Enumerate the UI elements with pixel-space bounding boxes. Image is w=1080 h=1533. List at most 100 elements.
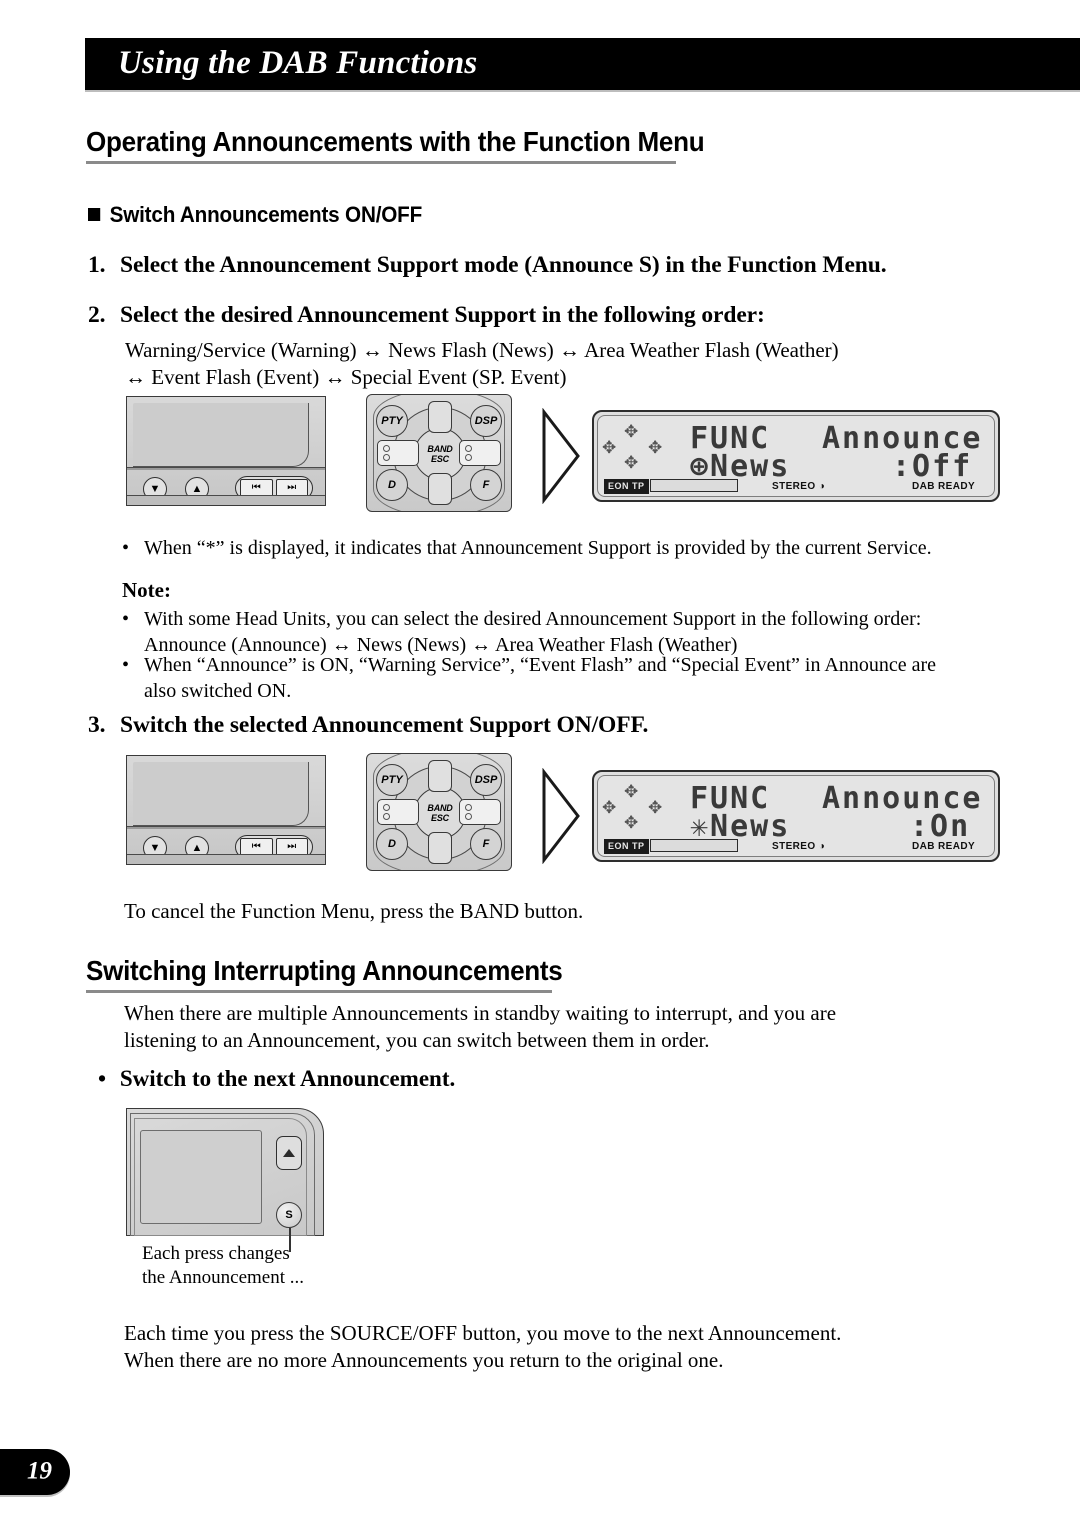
page-title: Using the DAB Functions bbox=[118, 44, 478, 81]
flow-arrow-icon-2 bbox=[540, 767, 582, 869]
step-1: 1. Select the Announcement Support mode (… bbox=[88, 252, 887, 279]
source-off-label: S bbox=[285, 1209, 293, 1221]
remote-pty-button-1[interactable]: PTY bbox=[376, 405, 408, 437]
esc-label-1: ESC bbox=[431, 454, 449, 464]
step-1-number: 1. bbox=[88, 252, 106, 278]
lcd-left-arrow-icon-1: ✥ bbox=[602, 438, 617, 458]
dot-icon bbox=[465, 445, 472, 453]
page-number: 19 bbox=[27, 1457, 52, 1485]
remote-f-button-2[interactable]: F bbox=[470, 828, 502, 860]
dab-ready-indicator-1: DAB READY bbox=[912, 481, 976, 492]
dsp-label-2: DSP bbox=[474, 774, 498, 786]
bullet-dot-icon: • bbox=[98, 1066, 107, 1091]
lcd-down-arrow-icon-2: ✥ bbox=[624, 813, 639, 833]
remote-down-pad-1[interactable] bbox=[428, 473, 452, 505]
lcd-level-bar-1 bbox=[650, 479, 738, 492]
seek-back-icon: ⏮ bbox=[251, 841, 261, 852]
esc-label-2: ESC bbox=[431, 813, 449, 823]
remote-control-illustration-1: BAND ESC PTY DSP D F bbox=[366, 394, 512, 512]
bullet-dot-icon: • bbox=[122, 654, 130, 676]
seek-forward-icon: ⏭ bbox=[287, 841, 297, 852]
head-unit-divider-2 bbox=[127, 826, 325, 829]
step-1-text: Select the Announcement Support mode (An… bbox=[120, 252, 887, 278]
square-bullet-icon bbox=[88, 208, 101, 221]
lcd-left-arrow-icon-2: ✥ bbox=[602, 798, 617, 818]
lcd-status-bar-2: EON TP STEREO ◑ DAB READY bbox=[604, 839, 988, 855]
remote-up-pad-2[interactable] bbox=[428, 760, 452, 792]
f-label-2: F bbox=[482, 838, 490, 850]
note-bullet-2-line-1: When “Announce” is ON, “Warning Service”… bbox=[144, 654, 936, 676]
seek-forward-icon: ⏭ bbox=[287, 482, 297, 493]
lcd-display-off: ✥ ✥ ✥ ✥ FUNC Announce S ⊕News :Off EON T… bbox=[592, 410, 1000, 502]
d-label-1: D bbox=[388, 479, 396, 491]
head-unit-illustration-1: ▼ ▲ ⏮ ⏭ bbox=[126, 396, 326, 506]
dot-icon bbox=[465, 812, 472, 820]
asterisk-note-bullet: • When “*” is displayed, it indicates th… bbox=[122, 535, 1052, 561]
announcement-order-line-2: ↔ Event Flash (Event) ↔ Special Event (S… bbox=[125, 365, 567, 389]
bullet-dot-icon: • bbox=[122, 608, 130, 630]
head-unit-corner-illustration: S bbox=[126, 1108, 324, 1252]
step-2: 2. Select the desired Announcement Suppor… bbox=[88, 302, 765, 329]
remote-right-pad-1[interactable] bbox=[459, 440, 501, 466]
remote-up-pad-1[interactable] bbox=[428, 401, 452, 433]
pty-label-2: PTY bbox=[381, 774, 403, 786]
dot-icon bbox=[465, 453, 472, 461]
step-3-text: Switch the selected Announcement Support… bbox=[120, 712, 649, 738]
lcd-status-bar-1: EON TP STEREO ◑ DAB READY bbox=[604, 479, 988, 495]
asterisk-note-text: When “*” is displayed, it indicates that… bbox=[144, 537, 932, 559]
remote-d-button-2[interactable]: D bbox=[376, 828, 408, 860]
down-arrow-icon: ▼ bbox=[149, 482, 161, 495]
step-2-number: 2. bbox=[88, 302, 106, 328]
flow-arrow-icon-1 bbox=[540, 407, 582, 509]
each-press-caption: Each press changes the Announcement ... bbox=[142, 1242, 402, 1290]
head-unit-display-area-1 bbox=[133, 403, 309, 467]
lcd-right-arrow-icon-2: ✥ bbox=[648, 798, 663, 818]
section-heading-operating-announcements: Operating Announcements with the Functio… bbox=[86, 126, 705, 157]
remote-left-pad-1[interactable] bbox=[377, 440, 419, 466]
page-number-tab: 19 bbox=[0, 1449, 70, 1495]
announcement-order-list: Warning/Service (Warning) ↔ News Flash (… bbox=[125, 337, 1025, 391]
eon-tp-indicator-1: EON TP bbox=[604, 479, 649, 494]
page-header-bar: Using the DAB Functions bbox=[85, 38, 1080, 90]
note-bullet-2-line-2: also switched ON. bbox=[144, 680, 292, 702]
dot-icon bbox=[383, 453, 390, 461]
note-bullet-2: • When “Announce” is ON, “Warning Servic… bbox=[122, 652, 1052, 704]
remote-f-button-1[interactable]: F bbox=[470, 469, 502, 501]
caption-line-2: the Announcement ... bbox=[142, 1267, 304, 1288]
cancel-function-menu-text: To cancel the Function Menu, press the B… bbox=[124, 899, 584, 923]
lcd-row2-right-1: :Off bbox=[892, 449, 973, 484]
lcd-row2-left-2: ✳News bbox=[690, 809, 791, 844]
head-unit-divider-1 bbox=[127, 467, 325, 470]
remote-pty-button-2[interactable]: PTY bbox=[376, 764, 408, 796]
switching-body-line-2: listening to an Announcement, you can sw… bbox=[124, 1028, 710, 1052]
section2-heading-rule bbox=[86, 990, 552, 993]
eject-button[interactable] bbox=[276, 1136, 302, 1170]
stereo-indicator-2: STEREO ◑ bbox=[772, 841, 826, 852]
step-3: 3. Switch the selected Announcement Suppo… bbox=[88, 712, 648, 739]
remote-down-pad-2[interactable] bbox=[428, 832, 452, 864]
source-off-button[interactable]: S bbox=[276, 1202, 302, 1228]
dsp-label-1: DSP bbox=[474, 415, 498, 427]
note-label: Note: bbox=[122, 578, 171, 602]
note-bullet-1-line-1: With some Head Units, you can select the… bbox=[144, 608, 922, 630]
band-label-2: BAND bbox=[427, 803, 453, 813]
remote-left-pad-2[interactable] bbox=[377, 799, 419, 825]
remote-dsp-button-1[interactable]: DSP bbox=[470, 405, 502, 437]
lcd-display-on: ✥ ✥ ✥ ✥ FUNC Announce S ✳News :On EON TP… bbox=[592, 770, 1000, 862]
note-bullet-1: • With some Head Units, you can select t… bbox=[122, 606, 1052, 658]
dab-ready-indicator-2: DAB READY bbox=[912, 841, 976, 852]
lcd-down-arrow-icon-1: ✥ bbox=[624, 453, 639, 473]
remote-dsp-button-2[interactable]: DSP bbox=[470, 764, 502, 796]
switching-body-line-1: When there are multiple Announcements in… bbox=[124, 1001, 837, 1025]
step-3-number: 3. bbox=[88, 712, 106, 738]
pty-label-1: PTY bbox=[381, 415, 403, 427]
sub-heading-label: Switch Announcements ON/OFF bbox=[109, 202, 423, 227]
head-unit-display-area-2 bbox=[133, 762, 309, 826]
remote-d-button-1[interactable]: D bbox=[376, 469, 408, 501]
down-arrow-icon: ▼ bbox=[149, 841, 161, 854]
lcd-up-arrow-icon-2: ✥ bbox=[624, 782, 639, 802]
head-unit-illustration-2: ▼ ▲ ⏮ ⏭ bbox=[126, 755, 326, 865]
step-2-text: Select the desired Announcement Support … bbox=[120, 302, 765, 328]
caption-line-1: Each press changes bbox=[142, 1243, 290, 1264]
remote-right-pad-2[interactable] bbox=[459, 799, 501, 825]
